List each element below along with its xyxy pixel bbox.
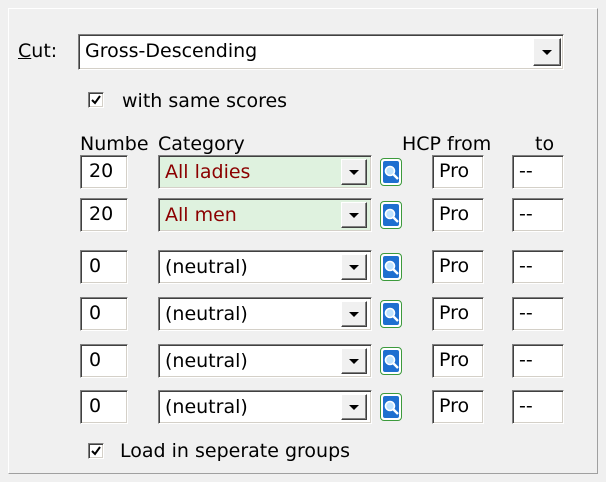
hcp-to-input[interactable]: --	[512, 390, 564, 424]
hcp-from-input[interactable]: Pro	[432, 344, 484, 378]
category-select[interactable]: (neutral)	[158, 344, 372, 378]
same-scores-checkbox[interactable]	[88, 92, 104, 108]
category-search-button[interactable]	[380, 300, 402, 328]
cut-select[interactable]: Gross-Descending	[78, 34, 564, 70]
magnifier-icon	[384, 354, 399, 369]
magnifier-icon	[384, 165, 399, 180]
hcp-to-input[interactable]: --	[512, 155, 564, 189]
header-category: Category	[158, 133, 245, 155]
number-input[interactable]: 0	[80, 250, 128, 284]
number-input[interactable]: 0	[80, 344, 128, 378]
category-select[interactable]: (neutral)	[158, 250, 372, 284]
separate-groups-checkbox[interactable]	[88, 443, 104, 459]
category-dropdown-button[interactable]	[341, 348, 367, 374]
cut-label: Cut:	[18, 40, 58, 62]
hcp-to-input[interactable]: --	[512, 344, 564, 378]
category-select[interactable]: (neutral)	[158, 297, 372, 331]
header-to: to	[535, 133, 555, 155]
hcp-to-input[interactable]: --	[512, 198, 564, 232]
chevron-down-icon	[349, 312, 359, 317]
category-select[interactable]: All ladies	[158, 155, 372, 189]
number-input[interactable]: 0	[80, 390, 128, 424]
hcp-to-input[interactable]: --	[512, 297, 564, 331]
check-icon	[91, 95, 101, 105]
category-select[interactable]: (neutral)	[158, 390, 372, 424]
chevron-down-icon	[542, 50, 552, 55]
cut-dropdown-button[interactable]	[533, 38, 561, 66]
hcp-from-input[interactable]: Pro	[432, 155, 484, 189]
category-search-button[interactable]	[380, 393, 402, 421]
magnifier-icon	[384, 307, 399, 322]
number-input[interactable]: 20	[80, 155, 128, 189]
number-input[interactable]: 0	[80, 297, 128, 331]
hcp-to-input[interactable]: --	[512, 250, 564, 284]
number-input[interactable]: 20	[80, 198, 128, 232]
category-dropdown-button[interactable]	[341, 159, 367, 185]
cut-select-value: Gross-Descending	[85, 40, 258, 62]
same-scores-label: with same scores	[122, 90, 288, 112]
magnifier-icon	[384, 260, 399, 275]
check-icon	[91, 446, 101, 456]
category-search-button[interactable]	[380, 347, 402, 375]
magnifier-icon	[384, 400, 399, 415]
hcp-from-input[interactable]: Pro	[432, 390, 484, 424]
hcp-from-input[interactable]: Pro	[432, 297, 484, 331]
category-dropdown-button[interactable]	[341, 254, 367, 280]
hcp-from-input[interactable]: Pro	[432, 198, 484, 232]
chevron-down-icon	[349, 170, 359, 175]
category-dropdown-button[interactable]	[341, 394, 367, 420]
header-hcp-from: HCP from	[402, 133, 492, 155]
category-search-button[interactable]	[380, 201, 402, 229]
chevron-down-icon	[349, 265, 359, 270]
header-number: Numbe	[80, 133, 148, 155]
category-search-button[interactable]	[380, 253, 402, 281]
category-dropdown-button[interactable]	[341, 202, 367, 228]
category-search-button[interactable]	[380, 158, 402, 186]
separate-groups-label: Load in seperate groups	[120, 440, 351, 462]
category-dropdown-button[interactable]	[341, 301, 367, 327]
chevron-down-icon	[349, 359, 359, 364]
chevron-down-icon	[349, 405, 359, 410]
hcp-from-input[interactable]: Pro	[432, 250, 484, 284]
chevron-down-icon	[349, 213, 359, 218]
magnifier-icon	[384, 208, 399, 223]
category-select[interactable]: All men	[158, 198, 372, 232]
